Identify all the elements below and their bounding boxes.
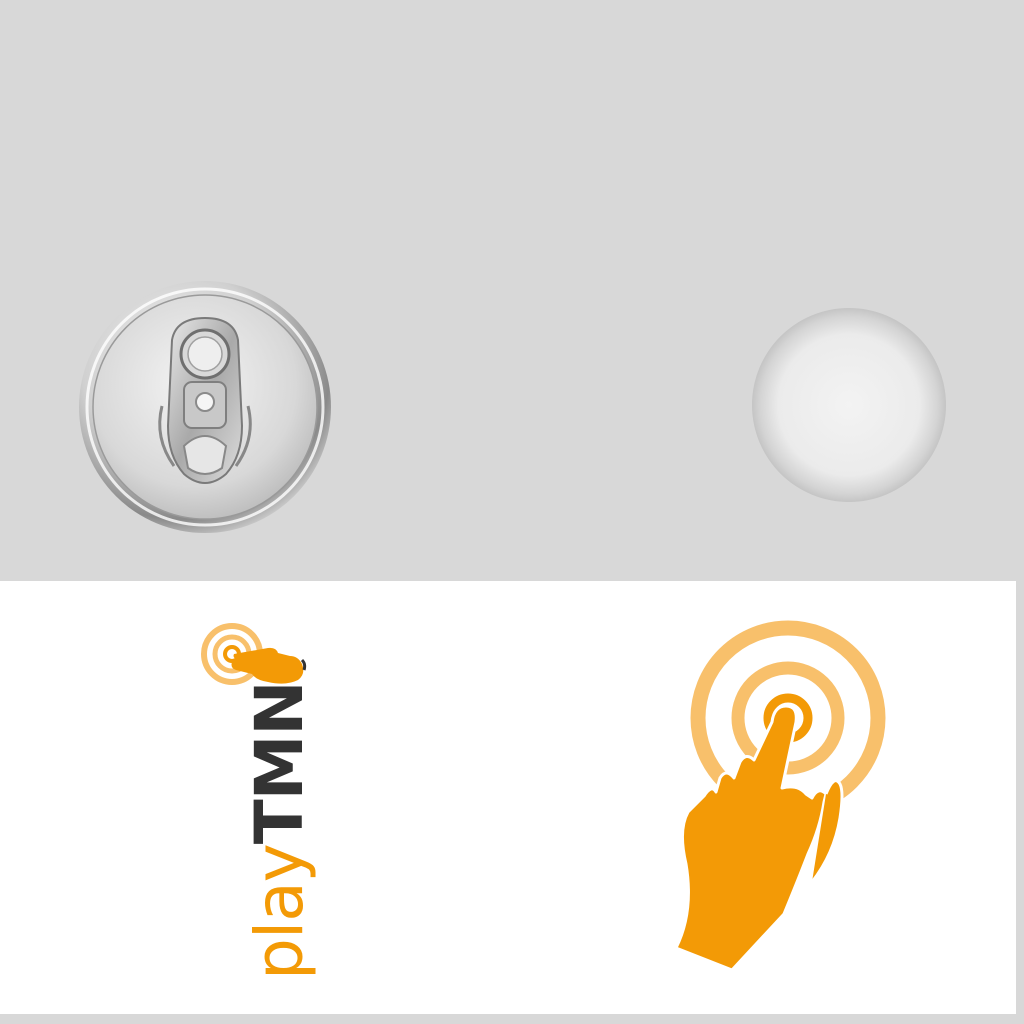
round-button-icon[interactable] <box>748 304 950 506</box>
touch-target-hand-icon[interactable] <box>672 618 898 984</box>
logo-word-play: play <box>241 844 318 980</box>
top-panel <box>0 0 1024 581</box>
logo-wordmark: playTMN <box>240 681 320 980</box>
logo-text: playTMN <box>240 681 320 980</box>
logo-word-tmn: TMN <box>241 681 318 845</box>
app-screen: playTMN <box>0 0 1024 1024</box>
can-pull-tab-icon[interactable] <box>76 278 334 536</box>
